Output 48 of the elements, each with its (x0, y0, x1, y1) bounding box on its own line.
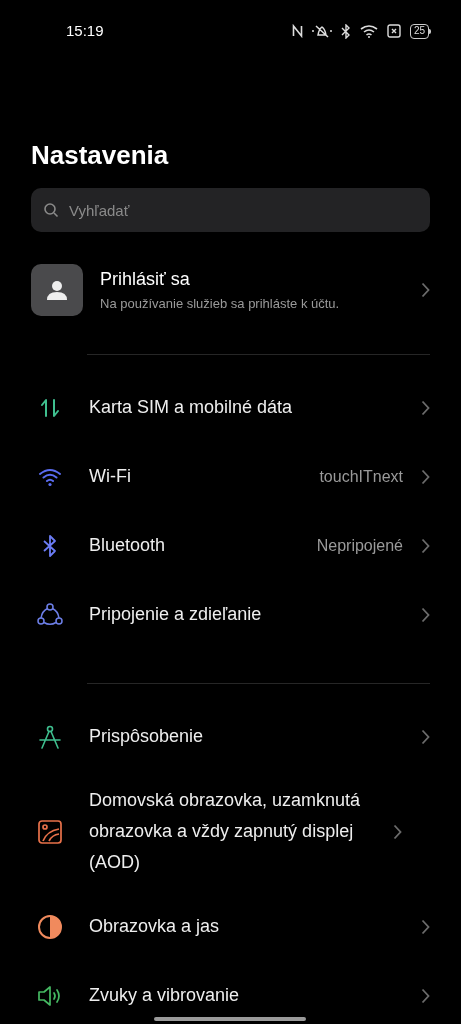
chevron-right-icon (421, 468, 430, 485)
item-label: Domovská obrazovka, uzamknutá obrazovka a vždy zapnutý displej (AOD) (89, 789, 362, 874)
chevron-right-icon (421, 606, 430, 623)
item-label: Bluetooth (89, 534, 167, 557)
item-label: Obrazovka a jas (89, 915, 221, 938)
picture-frame-icon (37, 818, 63, 845)
chevron-right-icon (421, 399, 430, 416)
settings-item[interactable]: Pripojenie a zdieľanie (0, 580, 461, 649)
item-value: Nepripojené (316, 535, 403, 556)
chevron-right-icon (421, 987, 430, 1004)
avatar-icon (31, 264, 83, 316)
item-value: touchITnext (319, 466, 403, 487)
bluetooth-icon (42, 533, 58, 558)
half-circle-icon (37, 913, 63, 940)
account-subtitle: Na používanie služieb sa prihláste k účtu. (100, 296, 341, 312)
wifi-icon (38, 466, 62, 487)
item-label: Prispôsobenie (89, 725, 205, 748)
page-title: Nastavenia (31, 139, 170, 172)
settings-item[interactable]: Obrazovka a jas (0, 892, 461, 961)
settings-item[interactable]: Wi-Fi touchITnext (0, 442, 461, 511)
settings-item[interactable]: Domovská obrazovka, uzamknutá obrazovka a vždy zapnutý displej (AOD) (0, 771, 461, 892)
battery-level: 25 (413, 26, 425, 36)
account-row[interactable]: Prihlásiť sa Na používanie služieb sa prihláste k účtu. (31, 260, 430, 320)
compass-drawing-icon (38, 723, 62, 750)
chevron-right-icon (421, 918, 430, 935)
sim-blocked-icon (386, 24, 401, 38)
settings-item[interactable]: Prispôsobenie (0, 702, 461, 771)
wifi-icon (359, 24, 378, 38)
settings-item[interactable]: Karta SIM a mobilné dáta (0, 373, 461, 442)
up-down-arrows-icon (39, 396, 61, 419)
item-label: Zvuky a vibrovanie (89, 984, 241, 1007)
settings-item[interactable]: Zvuky a vibrovanie (0, 961, 461, 1024)
connected-nodes-icon (37, 602, 63, 627)
home-indicator[interactable] (154, 1017, 306, 1021)
settings-item[interactable]: Bluetooth Nepripojené (0, 511, 461, 580)
item-label: Pripojenie a zdieľanie (89, 603, 263, 626)
nfc-icon (291, 24, 303, 38)
account-title: Prihlásiť sa (100, 268, 191, 290)
chevron-right-icon (421, 282, 430, 298)
chevron-right-icon (393, 823, 402, 840)
item-label: Karta SIM a mobilné dáta (89, 396, 294, 419)
chevron-right-icon (421, 537, 430, 554)
chevron-right-icon (421, 728, 430, 745)
status-time: 15:19 (66, 20, 104, 41)
bluetooth-icon (340, 23, 351, 39)
item-label: Wi-Fi (89, 465, 132, 488)
muted-bell-icon (311, 24, 332, 38)
search-field[interactable]: Vyhľadať (31, 188, 430, 232)
